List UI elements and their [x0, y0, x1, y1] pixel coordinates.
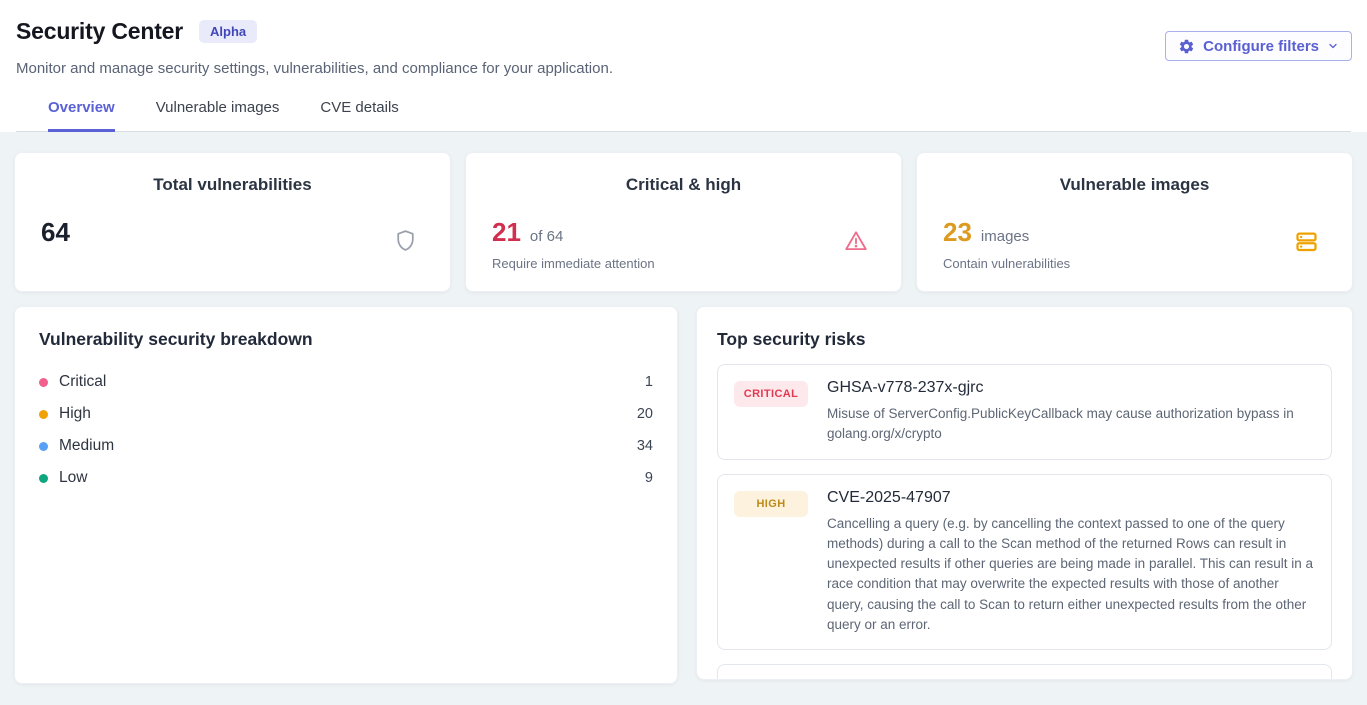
risk-card-cve-2025-47907[interactable]: HIGH CVE-2025-47907 Cancelling a query (…: [717, 474, 1332, 651]
main-content: Total vulnerabilities 64 Critical & high…: [0, 132, 1367, 684]
legend-value: 34: [637, 438, 653, 454]
tab-overview[interactable]: Overview: [48, 99, 115, 132]
warning-triangle-icon: [843, 228, 869, 259]
top-risks-title: Top security risks: [717, 329, 1332, 350]
stat-title: Vulnerable images: [943, 175, 1326, 195]
configure-filters-label: Configure filters: [1203, 38, 1319, 55]
shield-icon: [393, 228, 418, 258]
stat-value: 23: [943, 219, 972, 245]
risk-id: CVE-2025-47907: [827, 489, 1315, 507]
risk-card-ghsa-v778-237x-gjrc[interactable]: CRITICAL GHSA-v778-237x-gjrc Misuse of S…: [717, 364, 1332, 460]
tab-vulnerable-images[interactable]: Vulnerable images: [156, 99, 280, 132]
stat-value: 21: [492, 219, 521, 245]
legend-item-critical: Critical 1: [39, 366, 653, 398]
stat-card-critical-high: Critical & high 21 of 64 Require immedia…: [465, 152, 902, 292]
chevron-down-icon: [1327, 40, 1339, 52]
low-dot-icon: [39, 474, 48, 483]
tab-cve-details[interactable]: CVE details: [320, 99, 398, 132]
high-dot-icon: [39, 410, 48, 419]
legend-item-medium: Medium 34: [39, 430, 653, 462]
legend-item-low: Low 9: [39, 462, 653, 494]
medium-dot-icon: [39, 442, 48, 451]
risk-card-cve-2025-9086[interactable]: HIGH CVE-2025-9086: [717, 664, 1332, 680]
top-security-risks-panel: Top security risks CRITICAL GHSA-v778-23…: [696, 306, 1353, 680]
legend-value: 1: [645, 374, 653, 390]
page-title: Security Center: [16, 18, 183, 45]
page-header: Security Center Alpha Configure filters …: [0, 0, 1367, 132]
stats-row: Total vulnerabilities 64 Critical & high…: [14, 152, 1353, 292]
severity-badge-critical: CRITICAL: [734, 381, 808, 407]
legend-value: 20: [637, 406, 653, 422]
panels-row: Vulnerability security breakdown Critica…: [14, 306, 1353, 684]
legend-label: Medium: [59, 437, 114, 455]
legend-item-high: High 20: [39, 398, 653, 430]
server-stack-icon: [1293, 228, 1320, 260]
gear-icon: [1178, 38, 1195, 55]
breakdown-title: Vulnerability security breakdown: [39, 329, 653, 350]
breakdown-legend: Critical 1 High 20 Medium 34 Low 9: [39, 366, 653, 494]
critical-dot-icon: [39, 378, 48, 387]
legend-label: Critical: [59, 373, 106, 391]
risk-description: Misuse of ServerConfig.PublicKeyCallback…: [827, 404, 1315, 445]
stat-suffix: images: [981, 228, 1029, 245]
legend-label: Low: [59, 469, 87, 487]
stat-card-total-vulnerabilities: Total vulnerabilities 64: [14, 152, 451, 292]
stat-title: Critical & high: [492, 175, 875, 195]
stat-subtext: Contain vulnerabilities: [943, 256, 1326, 271]
risk-description: Cancelling a query (e.g. by cancelling t…: [827, 514, 1315, 636]
legend-label: High: [59, 405, 91, 423]
legend-value: 9: [645, 470, 653, 486]
vulnerability-breakdown-panel: Vulnerability security breakdown Critica…: [14, 306, 678, 684]
severity-badge-high: HIGH: [734, 491, 808, 517]
stat-suffix: of 64: [530, 228, 563, 245]
stat-card-vulnerable-images: Vulnerable images 23 images Contain vuln…: [916, 152, 1353, 292]
tab-bar: Overview Vulnerable images CVE details: [16, 99, 1351, 132]
configure-filters-button[interactable]: Configure filters: [1165, 31, 1352, 61]
risk-id: GHSA-v778-237x-gjrc: [827, 379, 1315, 397]
stat-title: Total vulnerabilities: [41, 175, 424, 195]
risk-id: CVE-2025-9086: [827, 679, 942, 680]
stat-subtext: Require immediate attention: [492, 256, 875, 271]
alpha-badge: Alpha: [199, 20, 257, 44]
page-subtitle: Monitor and manage security settings, vu…: [16, 60, 1351, 77]
stat-value: 64: [41, 219, 70, 245]
